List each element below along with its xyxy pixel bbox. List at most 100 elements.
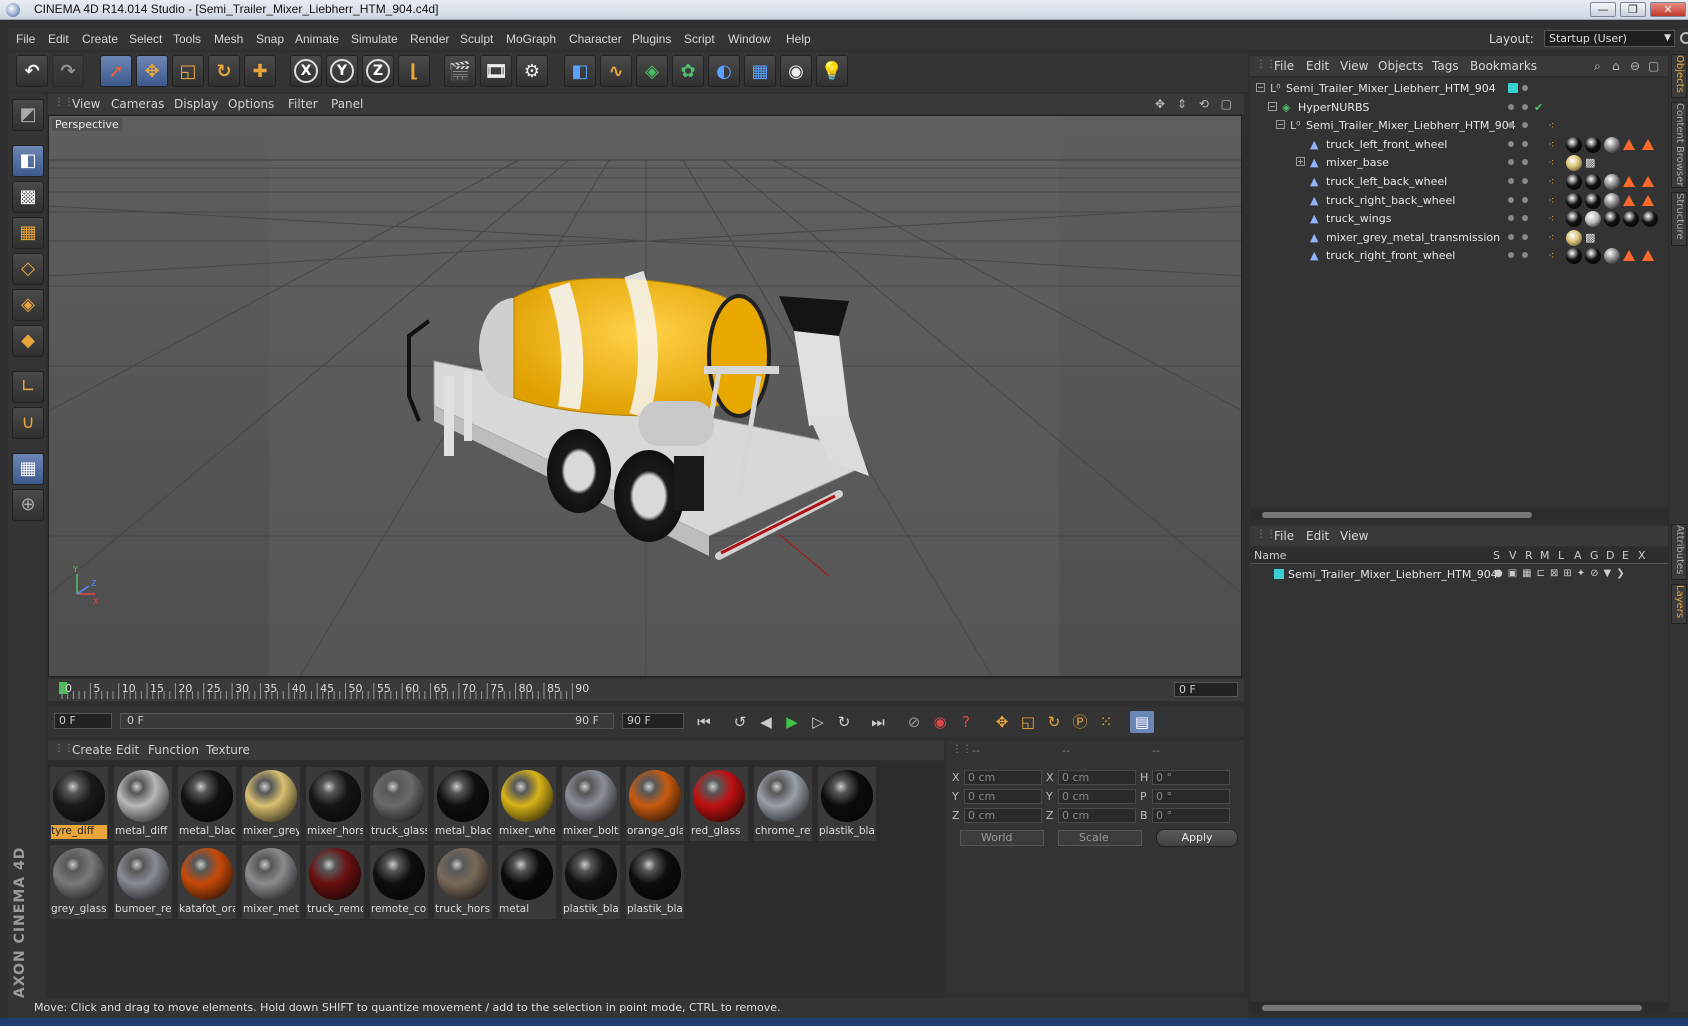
objects-menu-bookmarks[interactable]: Bookmarks [1470,59,1537,73]
record-rotation-icon[interactable]: ↻ [1042,711,1066,733]
next-frame-icon[interactable]: ▷ [806,711,830,733]
object-row[interactable]: ▲ truck_left_back_wheel ⁖ [1250,172,1668,191]
pos-z-field[interactable]: 0 cm [964,808,1042,823]
texture-tag-icon[interactable] [1604,136,1620,153]
snap-icon[interactable]: ▦ [12,453,44,485]
expand-toggle-icon[interactable]: − [1276,120,1285,130]
material-swatch[interactable]: plastik_bla [818,767,876,841]
move-tool-icon[interactable]: ✥ [136,55,168,87]
phong-tag-icon[interactable]: ⁖ [1548,119,1554,132]
column-render[interactable]: R [1525,549,1533,562]
material-swatch[interactable]: tyre_diff [50,767,108,841]
texture-tag-icon[interactable] [1585,136,1601,153]
phong-tag-icon[interactable]: ⁖ [1548,175,1554,188]
tab-objects[interactable]: Objects [1671,54,1687,98]
menu-snap[interactable]: Snap [256,32,284,46]
scrollbar-thumb[interactable] [1262,1005,1642,1011]
editor-visibility-dot[interactable] [1508,159,1514,166]
menu-script[interactable]: Script [684,32,715,46]
points-mode-icon[interactable]: ◇ [12,253,44,285]
object-row[interactable]: − L⁰ Semi_Trailer_Mixer_Liebherr_HTM_904 [1250,79,1668,98]
material-swatch[interactable]: mixer_hors [306,767,364,841]
object-row[interactable]: ▲ mixer_grey_metal_transmission ⁖ ▩ [1250,228,1668,247]
maximize-button[interactable]: ❐ [1620,2,1646,17]
layout-select[interactable]: Startup (User) ▼ [1544,30,1675,47]
menu-character[interactable]: Character [569,32,622,46]
material-swatch[interactable]: mixer_grey_ [242,767,300,841]
create-object-icon[interactable]: ✚ [244,55,276,87]
object-row[interactable]: ▲ truck_wings ⁖ [1250,209,1668,228]
texture-mode-icon[interactable]: ▩ [12,181,44,213]
size-mode-dropdown[interactable]: Scale [1058,830,1142,846]
layer-row[interactable]: Semi_Trailer_Mixer_Liebherr_HTM_904 ●▣▦⊏… [1250,565,1668,584]
play-icon[interactable]: ▶ [780,711,804,733]
viewport-menu-cameras[interactable]: Cameras [111,97,164,111]
material-swatch[interactable]: orange_gla [626,767,684,841]
viewport-3d[interactable]: Y X Z Perspective [48,115,1242,677]
tab-content-browser[interactable]: Content Browser [1671,102,1687,188]
pos-x-field[interactable]: 0 cm [964,770,1042,785]
tab-layers[interactable]: Layers [1671,584,1687,624]
material-swatch[interactable]: mixer_bolts [562,767,620,841]
menu-help[interactable]: Help [786,32,811,46]
column-xref[interactable]: X [1638,549,1646,562]
editor-visibility-dot[interactable] [1508,233,1514,240]
phong-tag-icon[interactable]: ⁖ [1548,249,1554,262]
floor-icon[interactable]: ▦ [744,55,776,87]
object-row[interactable]: + ▲ mixer_base ⁖ ▩ [1250,153,1668,172]
selection-tag-icon[interactable] [1642,176,1654,187]
locked-workplane-icon[interactable]: ⊕ [12,489,44,521]
column-manager[interactable]: M [1540,549,1550,562]
phong-tag-icon[interactable]: ⁖ [1548,231,1554,244]
texture-tag-icon[interactable] [1566,248,1582,265]
selection-tag-icon[interactable] [1642,138,1654,150]
object-name[interactable]: truck_left_back_wheel [1326,175,1447,188]
search-icon[interactable]: ⌕ [1594,59,1601,74]
x-axis-lock-icon[interactable]: X [290,55,322,87]
previous-key-icon[interactable]: ↺ [728,711,752,733]
tab-structure[interactable]: Structure [1671,192,1687,246]
frame-range-slider[interactable]: 0 F 90 F [120,713,614,729]
material-menu-function[interactable]: Function [148,743,199,757]
editor-visibility-dot[interactable] [1508,83,1518,93]
make-editable-icon[interactable]: ◩ [12,99,44,131]
current-frame-field[interactable]: 0 F [1174,682,1238,697]
material-swatch[interactable]: chrome_ref [754,767,812,841]
texture-tag-icon[interactable] [1566,174,1582,190]
nurbs-icon[interactable]: ◈ [636,55,668,87]
apply-button[interactable]: Apply [1156,829,1238,847]
polygons-mode-icon[interactable]: ◆ [12,325,44,357]
minimize-button[interactable]: — [1590,2,1616,17]
close-button[interactable]: ✕ [1650,2,1686,17]
uvw-tag-icon[interactable]: ▩ [1585,156,1595,169]
render-visibility-dot[interactable] [1522,122,1528,129]
objects-menu-objects[interactable]: Objects [1378,59,1423,73]
selection-tag-icon[interactable] [1623,176,1635,187]
size-x-field[interactable]: 0 cm [1058,770,1136,785]
menu-plugins[interactable]: Plugins [632,32,671,46]
live-selection-icon[interactable]: ➚ [100,55,132,87]
object-name[interactable]: truck_wings [1326,212,1391,225]
selection-tag-icon[interactable] [1623,194,1635,206]
scrollbar-thumb[interactable] [1262,512,1532,518]
material-menu-texture[interactable]: Texture [206,743,250,757]
enabled-check-icon[interactable]: ✔ [1534,101,1543,114]
object-name[interactable]: mixer_base [1326,156,1389,169]
object-row[interactable]: ▲ truck_right_front_wheel ⁖ [1250,246,1668,265]
texture-tag-icon[interactable] [1566,192,1582,209]
column-expressions[interactable]: E [1622,549,1629,562]
expand-toggle-icon[interactable]: − [1268,101,1277,111]
texture-tag-icon[interactable] [1623,211,1639,228]
cube-object-icon[interactable]: ◧ [564,55,596,87]
record-active-objects-icon[interactable]: ⊘ [902,711,926,733]
object-row[interactable]: ▲ truck_right_back_wheel ⁖ [1250,191,1668,210]
texture-tag-icon[interactable] [1604,192,1620,209]
rotate-tool-icon[interactable]: ↻ [208,55,240,87]
object-name[interactable]: truck_right_back_wheel [1326,194,1455,207]
menu-animate[interactable]: Animate [295,32,339,46]
material-swatch[interactable]: truck_glass [370,767,428,841]
phong-tag-icon[interactable]: ⁖ [1548,194,1554,207]
menu-create[interactable]: Create [82,32,118,46]
menu-window[interactable]: Window [728,32,771,46]
timeline-ruler[interactable]: 0 5 10 15 20 25 30 35 40 45 50 55 60 65 70 75 80 85 90 0 F [48,679,1244,701]
